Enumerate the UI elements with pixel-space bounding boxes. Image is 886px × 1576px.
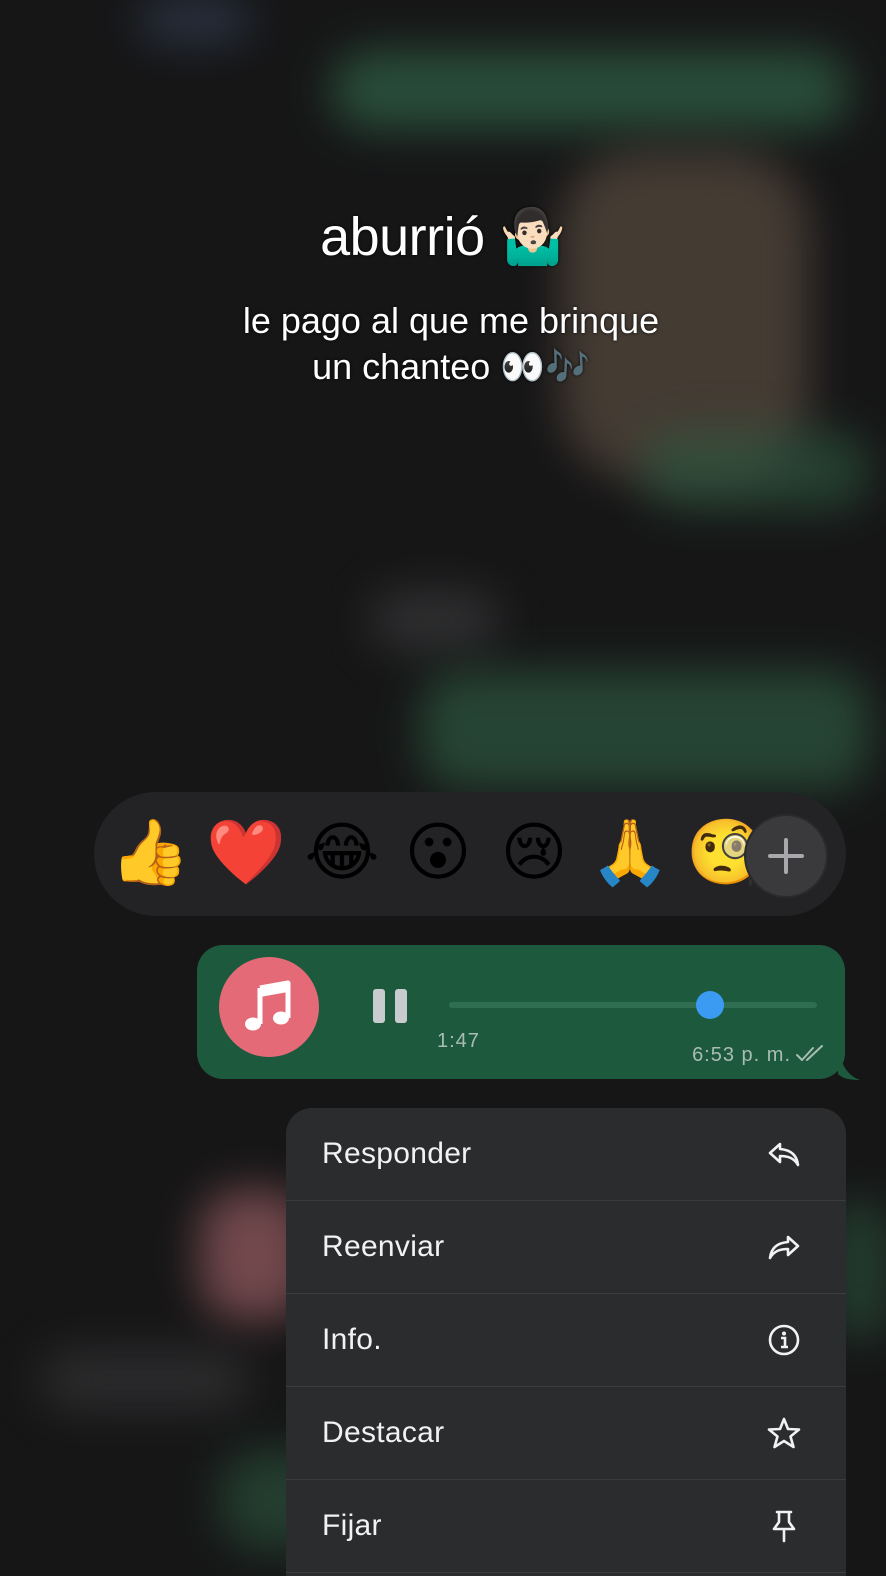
caption-title: aburrió 🤷🏻‍♂️	[320, 207, 566, 267]
voice-message-bubble[interactable]: 1:47 6:53 p. m.	[197, 945, 845, 1079]
duration: 1:47	[437, 1030, 480, 1052]
menu-item-reply[interactable]: Responder	[286, 1108, 846, 1201]
pause-icon	[373, 989, 385, 1023]
menu-item-label: Responder	[322, 1137, 472, 1170]
message-context-menu: Responder Reenviar Info. Destacar Fijar	[286, 1108, 846, 1576]
caption-subtitle-line: un chanteo 👀🎶	[312, 346, 590, 387]
music-avatar	[219, 957, 319, 1057]
menu-item-label: Destacar	[322, 1416, 445, 1449]
menu-item-star[interactable]: Destacar	[286, 1387, 846, 1480]
info-icon	[766, 1322, 802, 1358]
message-time: 6:53 p. m.	[692, 1044, 791, 1066]
blurred-background-bubble	[370, 590, 500, 650]
blurred-background-bubble	[330, 50, 850, 130]
reaction-praying-hands[interactable]: 🙏	[590, 812, 670, 892]
playback-slider[interactable]	[449, 991, 817, 1019]
double-check-icon	[796, 1045, 823, 1061]
menu-item-pin[interactable]: Fijar	[286, 1480, 846, 1573]
caption-subtitle-line: le pago al que me brinque	[242, 300, 660, 341]
playback-knob[interactable]	[696, 991, 725, 1019]
music-note-icon	[245, 980, 291, 1031]
menu-item-label: Fijar	[322, 1509, 382, 1542]
reply-icon	[766, 1136, 802, 1172]
pause-button[interactable]	[373, 989, 409, 1023]
menu-item-label: Reenviar	[322, 1230, 445, 1263]
reaction-laughing[interactable]: 😂	[302, 812, 382, 892]
caption-subtitle: le pago al que me brinque un chanteo 👀🎶	[0, 298, 886, 390]
reaction-crying[interactable]: 😢	[494, 812, 574, 892]
plus-icon	[768, 838, 804, 874]
star-icon	[766, 1415, 802, 1451]
reaction-heart[interactable]: ❤️	[206, 812, 286, 892]
menu-item-forward[interactable]: Reenviar	[286, 1201, 846, 1294]
reaction-surprised[interactable]: 😮	[398, 812, 478, 892]
pause-icon	[395, 989, 407, 1023]
forward-icon	[766, 1229, 802, 1265]
blurred-background-bubble	[40, 1350, 250, 1410]
menu-item-label: Info.	[322, 1323, 382, 1356]
add-reaction-button[interactable]	[744, 814, 828, 898]
blurred-background-bubble	[140, 0, 250, 40]
blurred-background-bubble	[640, 430, 870, 510]
pin-icon	[766, 1508, 802, 1544]
menu-item-info[interactable]: Info.	[286, 1294, 846, 1387]
reaction-bar: 👍 ❤️ 😂 😮 😢 🙏 🧐	[94, 792, 846, 916]
playback-progress	[449, 1002, 711, 1008]
screen: aburrió 🤷🏻‍♂️ le pago al que me brinque …	[0, 0, 886, 1576]
blurred-background-bubble	[420, 670, 870, 790]
reaction-thumbs-up[interactable]: 👍	[110, 812, 190, 892]
